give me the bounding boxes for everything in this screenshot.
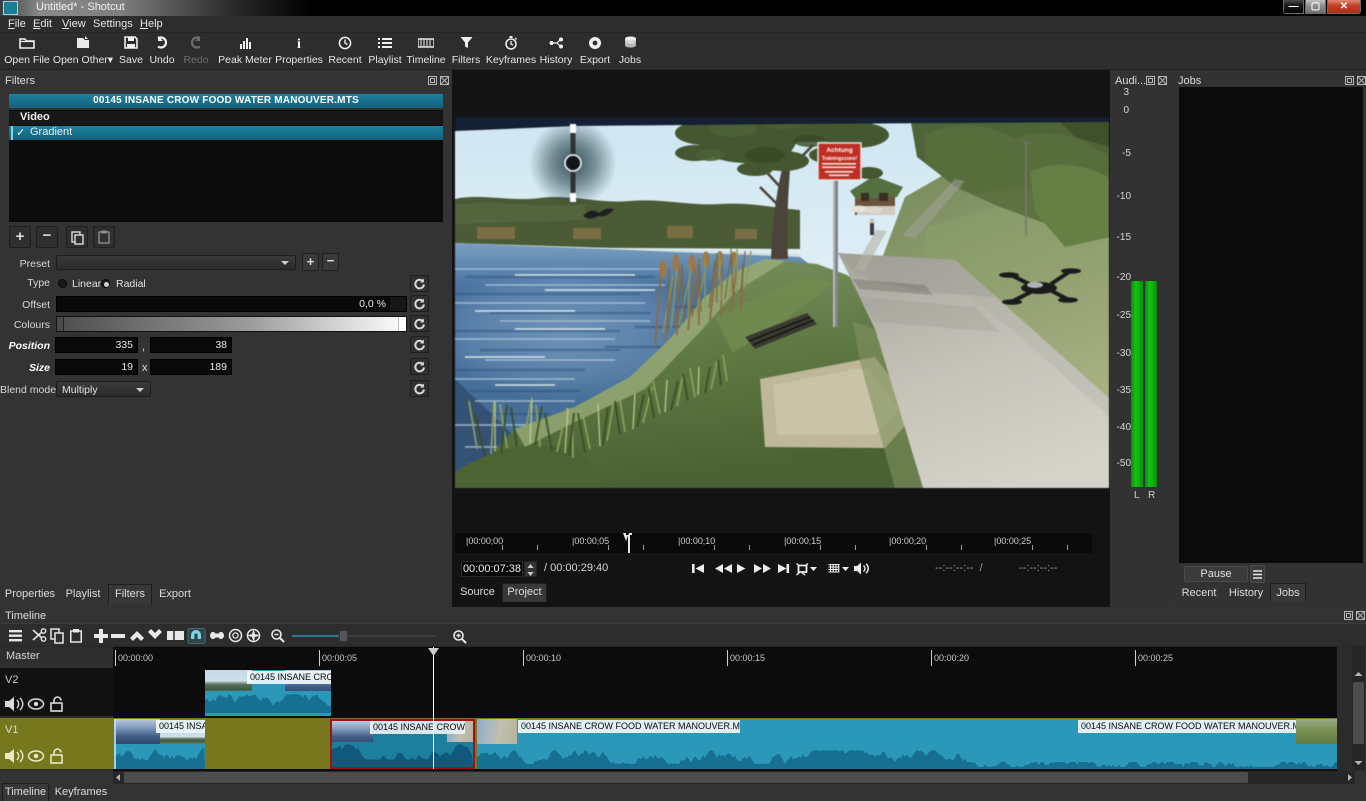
- svg-text:Trainingszone!: Trainingszone!: [822, 156, 858, 162]
- svg-text:Achtung: Achtung: [826, 147, 852, 154]
